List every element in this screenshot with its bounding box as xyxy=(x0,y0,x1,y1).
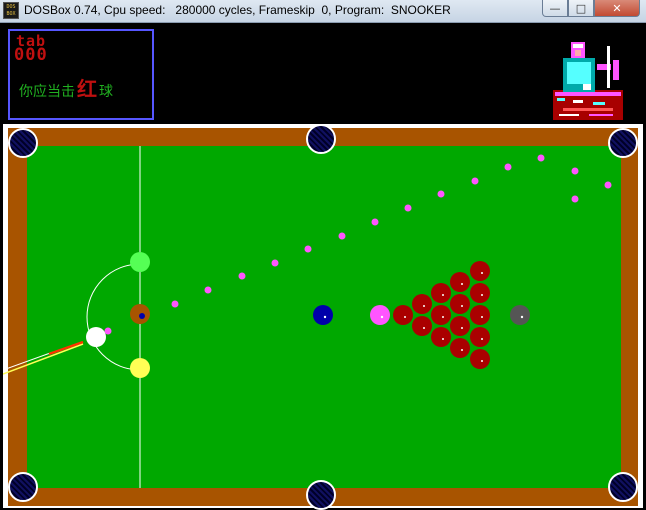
cue-stick-shaft xyxy=(3,343,84,375)
player-portrait-icon xyxy=(553,40,623,120)
table-markings xyxy=(3,146,612,488)
aim-path xyxy=(104,154,612,335)
red-ball xyxy=(450,316,470,336)
target-prompt: 你应当击红球 xyxy=(19,73,113,102)
black-ball xyxy=(510,305,530,325)
red-ball xyxy=(431,327,451,347)
cue-stick-tip xyxy=(48,340,84,356)
cue-ball xyxy=(86,327,106,347)
player-info-panel: tab 000 你应当击红球 xyxy=(8,29,154,120)
red-balls xyxy=(393,261,490,369)
red-ball xyxy=(470,327,490,347)
red-ball xyxy=(431,283,451,303)
window-title-bar[interactable]: DOS BOX DOSBox 0.74, Cpu speed: 280000 c… xyxy=(0,0,646,23)
snooker-table[interactable] xyxy=(3,124,643,510)
cue-stick-highlight xyxy=(3,351,54,371)
dosbox-app-icon[interactable]: DOS BOX xyxy=(3,2,19,19)
red-ball xyxy=(412,294,432,314)
close-button[interactable]: ✕ xyxy=(594,0,640,17)
green-ball xyxy=(130,252,150,272)
prompt-target-ball: 红 xyxy=(77,77,97,101)
red-ball xyxy=(470,349,490,369)
blue-ball xyxy=(313,305,333,325)
player-score: 000 xyxy=(14,45,48,65)
window-title: DOSBox 0.74, Cpu speed: 280000 cycles, F… xyxy=(24,3,451,17)
prompt-text-after: 球 xyxy=(99,84,113,100)
red-ball xyxy=(450,294,470,314)
brown-ball-spot xyxy=(139,313,145,319)
minimize-button[interactable]: — xyxy=(542,0,568,17)
red-ball xyxy=(470,261,490,281)
prompt-text-before: 你应当击 xyxy=(19,84,75,100)
red-ball xyxy=(431,305,451,325)
maximize-button[interactable]: □ xyxy=(568,0,594,17)
red-ball xyxy=(470,305,490,325)
red-ball xyxy=(412,316,432,336)
pink-ball xyxy=(370,305,390,325)
red-ball xyxy=(450,338,470,358)
red-ball xyxy=(393,305,413,325)
red-ball xyxy=(450,272,470,292)
red-ball xyxy=(470,283,490,303)
yellow-ball xyxy=(130,358,150,378)
